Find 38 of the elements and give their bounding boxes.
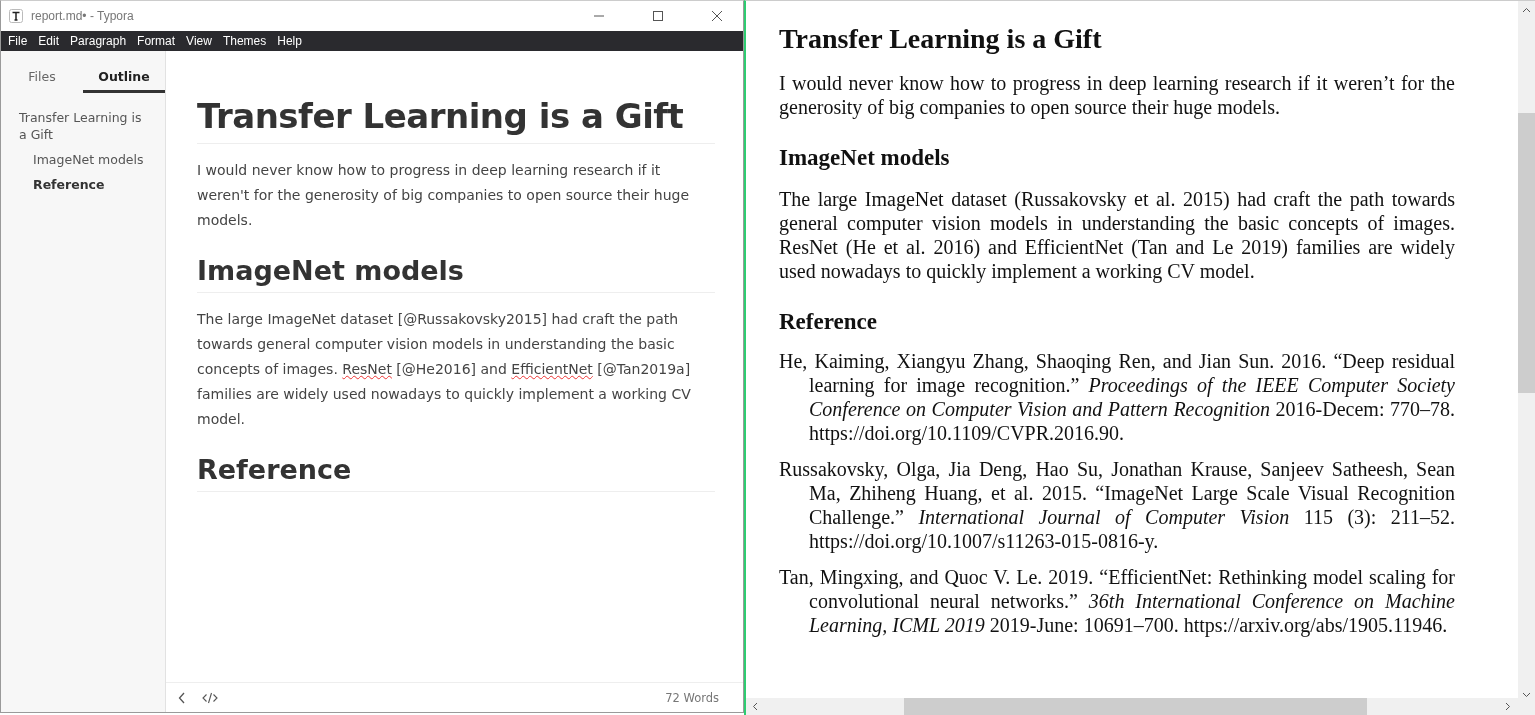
scroll-up-icon[interactable]	[1522, 7, 1531, 13]
horizontal-scrollbar[interactable]	[746, 698, 1535, 715]
section-heading: ImageNet models	[197, 253, 715, 293]
paragraph: I would never know how to progress in deep learning research if it weren't for the generosity of big companies to open source their huge models.	[197, 161, 691, 230]
scroll-down-icon[interactable]	[1522, 692, 1531, 698]
menu-item[interactable]: Format	[132, 34, 182, 48]
document-title: Transfer Learning is a Gift	[779, 22, 1103, 56]
app-icon	[9, 9, 23, 23]
scroll-left-icon[interactable]	[752, 702, 758, 711]
sidebar-tab[interactable]: Files	[1, 64, 83, 93]
sidebar-tab[interactable]: Outline	[83, 64, 165, 93]
window-title: report.md• - Typora	[31, 9, 134, 23]
document-title: Transfer Learning is a Gift	[197, 93, 715, 144]
scroll-right-icon[interactable]	[1505, 702, 1511, 711]
paragraph: I would never know how to progress in deep learning research if it weren’t for the generosity of big companies to open source their huge models.	[779, 71, 1455, 119]
outline-item[interactable]: ImageNet models	[19, 151, 147, 168]
vertical-scrollbar[interactable]	[1518, 1, 1535, 698]
section-heading: ImageNet models	[779, 144, 951, 172]
section-heading: Reference	[197, 452, 715, 492]
menu-item[interactable]: View	[181, 34, 218, 48]
menu-item[interactable]: File	[3, 34, 34, 48]
code-icon[interactable]	[202, 691, 218, 704]
menu-item[interactable]: Themes	[217, 34, 273, 48]
reference-entry: He, Kaiming, Xiangyu Zhang, Shaoqing Ren, and Jian Sun. 2016. “Deep residual learning for image recognition.” Proceedings of the IEEE Computer Society Conference on Computer Vision and Pattern Recognition 2016-Decem: 770–78. https://doi.org/10.1109/CVPR.2016.90.	[779, 349, 1455, 445]
menu-item[interactable]: Paragraph	[65, 34, 133, 48]
word-count: 72 Words	[665, 690, 719, 705]
paragraph: The large ImageNet dataset [@Russakovsky2015] had craft the path towards general computer vision models in understanding the basic concepts of images. ResNet [@He2016] and EfficientNet [@Tan2019a] families are widely used nowadays to quickly implement a working CV model.	[197, 310, 692, 429]
menu-item[interactable]: Help	[272, 34, 308, 48]
close-icon[interactable]	[711, 10, 723, 22]
outline-item[interactable]: Transfer Learning is a Gift	[19, 109, 147, 143]
outline-item[interactable]: Reference	[19, 176, 147, 193]
chevron-left-icon[interactable]	[178, 691, 186, 704]
reference-entry: Tan, Mingxing, and Quoc V. Le. 2019. “EfficientNet: Rethinking model scaling for convolutional neural networks.” 36th International Conference on Machine Learning, ICML 2019 2019-June: 10691–700. https://arxiv.org/abs/1905.11946.	[779, 565, 1455, 637]
section-heading: Reference	[779, 308, 878, 336]
paragraph: The large ImageNet dataset (Russakovsky et al. 2015) had craft the path towards general computer vision models in understanding the basic concepts of images. ResNet (He et al. 2016) and EfficientNet (Tan and Le 2019) families are widely used nowadays to quickly implement a working CV model.	[779, 187, 1455, 283]
reference-entry: Russakovsky, Olga, Jia Deng, Hao Su, Jonathan Krause, Sanjeev Satheesh, Sean Ma, Zhiheng Huang, et al. 2015. “ImageNet Large Scale Visual Recognition Challenge.” International Journal of Computer Vision 115 (3): 211–52. https://doi.org/10.1007/s11263-015-0816-y.	[779, 457, 1455, 553]
maximize-icon[interactable]	[652, 10, 664, 22]
menu-item[interactable]: Edit	[33, 34, 66, 48]
